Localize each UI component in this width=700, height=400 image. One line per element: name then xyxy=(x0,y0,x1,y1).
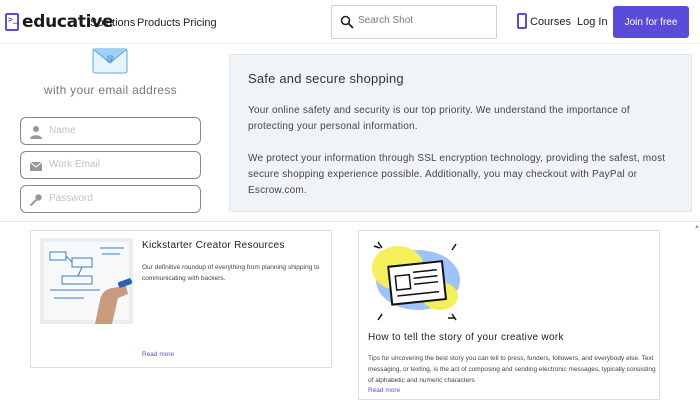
card-description: Tips for uncovering the best story you c… xyxy=(368,355,656,384)
courses-icon xyxy=(517,13,527,29)
work-email-input[interactable] xyxy=(49,159,194,170)
name-input[interactable] xyxy=(49,125,194,136)
section-divider xyxy=(0,221,700,222)
nav-pricing[interactable]: Pricing xyxy=(183,17,217,29)
svg-text:@: @ xyxy=(106,54,114,63)
card-title[interactable]: Kickstarter Creator Resources xyxy=(142,240,285,251)
scrollbar[interactable] xyxy=(692,222,700,400)
search-input[interactable] xyxy=(358,15,488,26)
search-box[interactable] xyxy=(331,5,497,39)
logo-icon xyxy=(5,13,19,31)
creative-story-card[interactable]: How to tell the story of your creative w… xyxy=(358,230,660,400)
safe-shopping-title: Safe and secure shopping xyxy=(248,71,404,86)
email-signup-caption: with your email address xyxy=(44,83,177,97)
scroll-up-arrow-icon[interactable]: ▲ xyxy=(694,224,700,230)
password-input[interactable] xyxy=(49,193,194,204)
key-icon xyxy=(29,194,42,207)
card-title[interactable]: How to tell the story of your creative w… xyxy=(368,332,564,343)
name-field[interactable] xyxy=(20,117,201,145)
kickstarter-resources-card[interactable]: Kickstarter Creator Resources Our defini… xyxy=(30,230,332,368)
envelope-icon xyxy=(29,161,43,171)
login-link[interactable]: Log In xyxy=(577,16,608,28)
email-envelope-icon: @ xyxy=(92,48,128,74)
courses-link[interactable]: Courses xyxy=(530,16,571,28)
safe-shopping-paragraph-2: We protect your information through SSL … xyxy=(248,153,666,196)
nav-products[interactable]: Products xyxy=(137,17,180,29)
top-navbar: educative Solutions Products Pricing Cou… xyxy=(0,0,700,44)
nav-solutions[interactable]: Solutions xyxy=(90,17,135,29)
safe-shopping-panel: Safe and secure shopping Your online saf… xyxy=(229,54,692,212)
user-icon xyxy=(30,126,42,139)
read-more-link[interactable]: Read more xyxy=(368,387,400,394)
join-for-free-button[interactable]: Join for free xyxy=(613,6,689,38)
password-field[interactable] xyxy=(20,185,201,213)
search-icon xyxy=(340,15,354,29)
work-email-field[interactable] xyxy=(20,151,201,179)
read-more-link[interactable]: Read more xyxy=(142,351,174,358)
whiteboard-hand-image xyxy=(40,238,133,324)
safe-shopping-paragraph-1: Your online safety and security is our t… xyxy=(248,105,630,132)
newspaper-illustration xyxy=(368,238,461,322)
card-description: Our definitive roundup of everything fro… xyxy=(142,264,320,282)
